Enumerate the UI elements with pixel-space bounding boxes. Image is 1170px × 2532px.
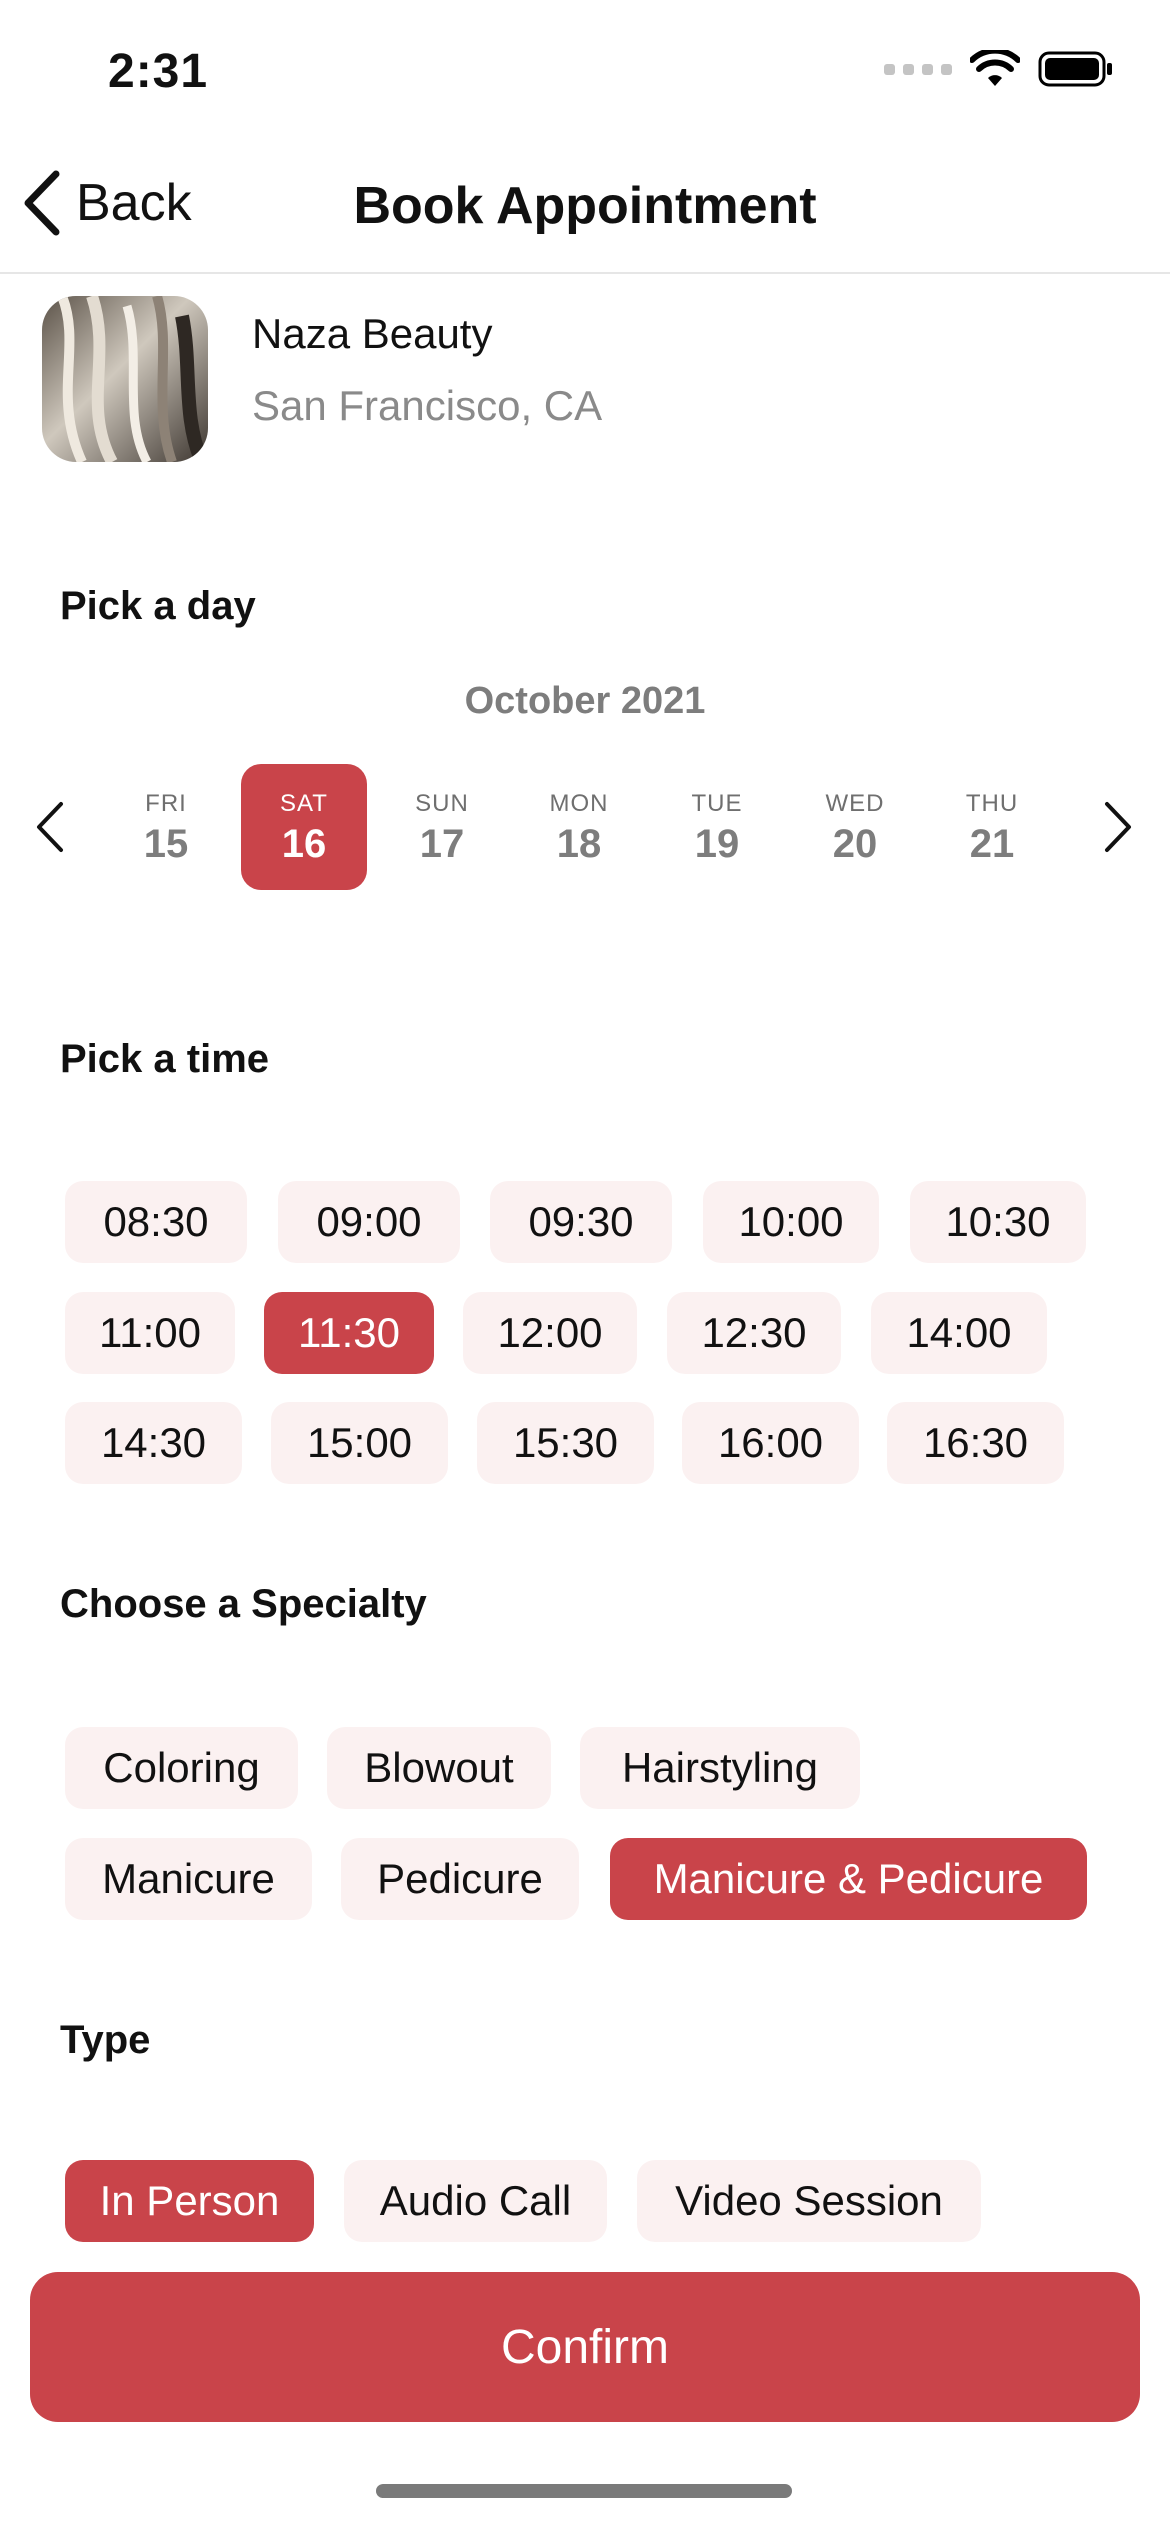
status-bar: 2:31	[0, 0, 1170, 140]
day-number: 19	[694, 822, 740, 866]
status-time: 2:31	[108, 45, 209, 98]
cellular-signal-icon	[884, 63, 952, 75]
day-of-week: SAT	[280, 790, 328, 817]
chevron-right-icon	[1105, 802, 1131, 852]
previous-week-button[interactable]	[20, 794, 80, 860]
time-slot[interactable]: 09:00	[278, 1181, 460, 1263]
day-option[interactable]: THU 21	[929, 764, 1055, 890]
time-slot[interactable]: 09:30	[490, 1181, 672, 1263]
time-slot[interactable]: 14:30	[65, 1402, 242, 1484]
salon-card: Naza Beauty San Francisco, CA	[42, 296, 602, 462]
next-week-button[interactable]	[1088, 794, 1148, 860]
time-slot[interactable]: 14:00	[871, 1292, 1047, 1374]
salon-info: Naza Beauty San Francisco, CA	[252, 310, 603, 430]
salon-photo	[42, 296, 208, 462]
wifi-icon	[970, 50, 1020, 86]
specialty-option[interactable]: Hairstyling	[580, 1727, 860, 1809]
confirm-button[interactable]: Confirm	[30, 2272, 1140, 2422]
time-slot[interactable]: 16:30	[887, 1402, 1064, 1484]
battery-icon	[1038, 51, 1112, 87]
time-slot[interactable]: 16:00	[682, 1402, 859, 1484]
day-number: 16	[281, 822, 327, 866]
specialty-option[interactable]: Coloring	[65, 1727, 298, 1809]
day-picker: FRI 15 SAT 16 SUN 17 MON 18 TUE 19 WED 2…	[0, 764, 1170, 890]
day-number: 21	[969, 822, 1015, 866]
time-slot[interactable]: 11:00	[65, 1292, 235, 1374]
type-heading: Type	[60, 2018, 151, 2062]
book-appointment-screen: 2:31 Back Book Appointment Naza Beauty S…	[0, 0, 1170, 2532]
specialty-option[interactable]: Manicure	[65, 1838, 312, 1920]
type-option[interactable]: Audio Call	[344, 2160, 607, 2242]
time-slot[interactable]: 15:00	[271, 1402, 448, 1484]
day-number: 15	[143, 822, 189, 866]
specialty-option-selected[interactable]: Manicure & Pedicure	[610, 1838, 1087, 1920]
type-option-selected[interactable]: In Person	[65, 2160, 314, 2242]
time-slot[interactable]: 08:30	[65, 1181, 247, 1263]
navigation-bar: Back Book Appointment	[0, 140, 1170, 274]
day-option[interactable]: TUE 19	[654, 764, 780, 890]
day-of-week: MON	[549, 790, 609, 817]
time-slot[interactable]: 10:00	[703, 1181, 879, 1263]
time-slot[interactable]: 12:00	[463, 1292, 637, 1374]
salon-location: San Francisco, CA	[252, 382, 603, 429]
status-icons	[884, 50, 1114, 88]
specialty-option[interactable]: Blowout	[327, 1727, 551, 1809]
time-slot-selected[interactable]: 11:30	[264, 1292, 434, 1374]
type-option[interactable]: Video Session	[637, 2160, 981, 2242]
day-of-week: WED	[825, 790, 885, 817]
day-of-week: TUE	[691, 790, 743, 817]
time-slot[interactable]: 10:30	[910, 1181, 1086, 1263]
pick-time-heading: Pick a time	[60, 1037, 270, 1081]
day-number: 18	[556, 822, 602, 866]
salon-name: Naza Beauty	[252, 310, 493, 357]
month-label: October 2021	[464, 680, 706, 722]
page-title: Book Appointment	[353, 177, 817, 235]
day-of-week: SUN	[415, 790, 469, 817]
day-option[interactable]: SUN 17	[379, 764, 505, 890]
specialty-heading: Choose a Specialty	[60, 1582, 427, 1626]
day-number: 17	[419, 822, 465, 866]
specialty-option[interactable]: Pedicure	[341, 1838, 579, 1920]
time-slot[interactable]: 15:30	[477, 1402, 654, 1484]
day-option[interactable]: MON 18	[516, 764, 642, 890]
day-option-selected[interactable]: SAT 16	[241, 764, 367, 890]
pick-day-heading: Pick a day	[60, 584, 256, 628]
time-slot[interactable]: 12:30	[667, 1292, 841, 1374]
day-option[interactable]: WED 20	[792, 764, 918, 890]
day-of-week: THU	[965, 790, 1019, 817]
home-indicator	[376, 2484, 792, 2498]
day-option[interactable]: FRI 15	[103, 764, 229, 890]
day-of-week: FRI	[145, 790, 187, 817]
chevron-left-icon	[37, 802, 63, 852]
day-number: 20	[832, 822, 878, 866]
